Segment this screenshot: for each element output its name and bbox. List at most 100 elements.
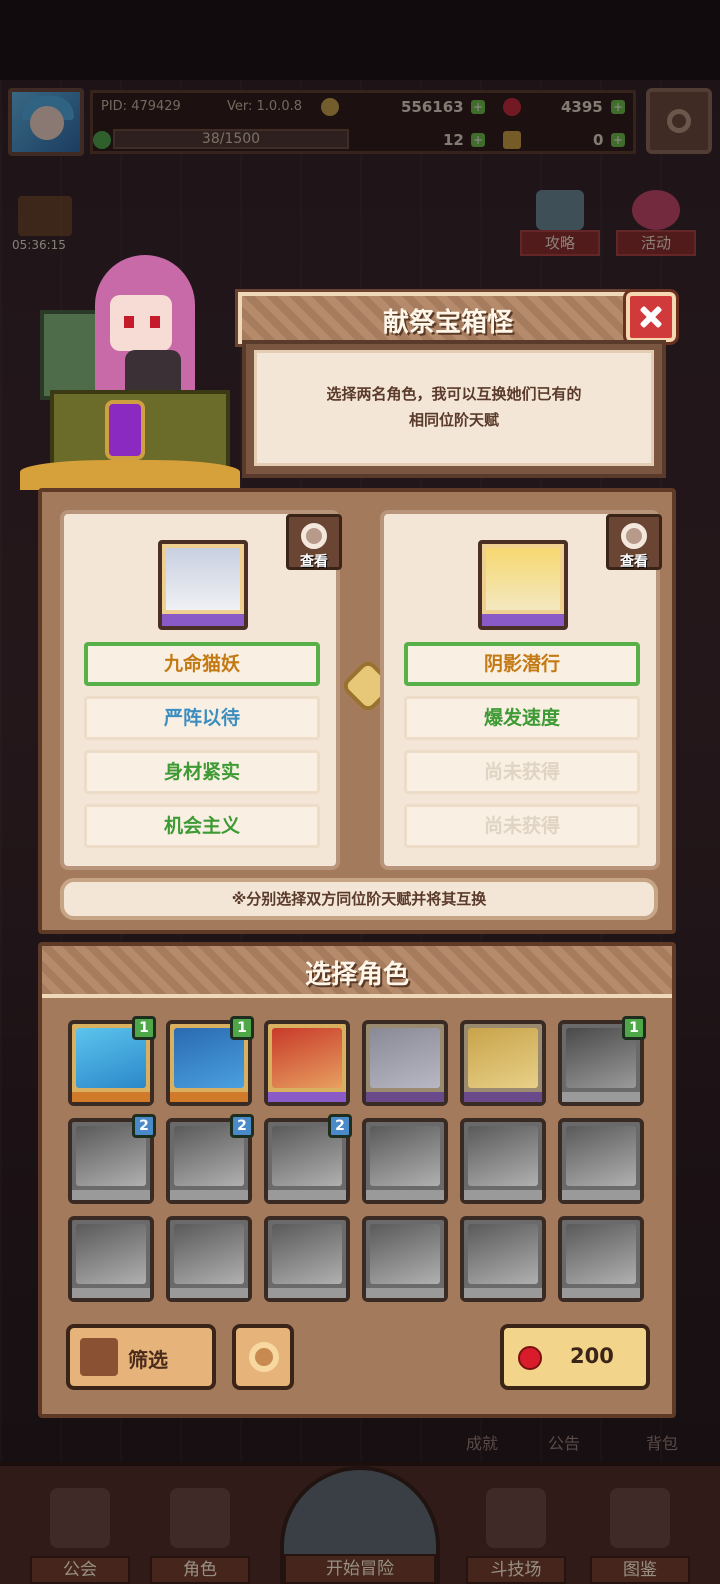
- rarity-bar: [562, 1092, 640, 1102]
- rarity-bar: [268, 1092, 346, 1102]
- mimic-eye-left: [124, 316, 134, 328]
- swap-cost: 200: [570, 1344, 614, 1368]
- dialog-description: 选择两名角色，我可以互换她们已有的 相同位阶天赋: [297, 381, 611, 433]
- bag-label[interactable]: 背包: [646, 1430, 678, 1454]
- rarity-bar: [482, 614, 564, 626]
- filter-label: 筛选: [128, 1348, 168, 1372]
- rarity-bar: [366, 1288, 444, 1298]
- character-portrait: [370, 1126, 440, 1186]
- shortcut-labels: 成就 公告 背包: [466, 1430, 706, 1454]
- view-label: 查看: [300, 554, 328, 570]
- character-portrait: [370, 1028, 440, 1088]
- left-portrait-image: [166, 548, 240, 610]
- rarity-bar: [170, 1092, 248, 1102]
- character-slot-5[interactable]: [460, 1020, 546, 1106]
- character-portrait: [468, 1126, 538, 1186]
- character-slot-17[interactable]: [460, 1216, 546, 1302]
- rarity-bar: [170, 1288, 248, 1298]
- notice-label[interactable]: 公告: [548, 1430, 580, 1454]
- right-trait-2[interactable]: 爆发速度: [404, 696, 640, 740]
- character-slot-6[interactable]: 1: [558, 1016, 646, 1106]
- view-label: 查看: [620, 554, 648, 570]
- left-trait-2[interactable]: 严阵以待: [84, 696, 320, 740]
- character-portrait: [272, 1224, 342, 1284]
- rarity-bar: [464, 1190, 542, 1200]
- left-trait-3[interactable]: 身材紧实: [84, 750, 320, 794]
- refresh-icon: [249, 1342, 279, 1372]
- close-button[interactable]: [623, 289, 679, 345]
- description-line-1: 选择两名角色，我可以互换她们已有的: [326, 385, 582, 403]
- nav-dim-overlay: [0, 1462, 720, 1584]
- count-badge: 1: [622, 1016, 646, 1040]
- rarity-bar: [162, 614, 244, 626]
- character-portrait: [468, 1224, 538, 1284]
- character-slot-10[interactable]: [362, 1118, 448, 1204]
- swap-hint: ※分别选择双方同位阶天赋并将其互换: [60, 878, 658, 920]
- character-slot-2[interactable]: 1: [166, 1016, 254, 1106]
- mimic-eye-right: [150, 316, 160, 328]
- rarity-bar: [72, 1190, 150, 1200]
- right-trait-1[interactable]: 阴影潜行: [404, 642, 640, 686]
- rarity-bar: [464, 1092, 542, 1102]
- character-slot-16[interactable]: [362, 1216, 448, 1302]
- gem-icon: [518, 1346, 542, 1370]
- character-portrait: [468, 1028, 538, 1088]
- grid-icon: [80, 1338, 118, 1376]
- trait-swap-panel: 查看 九命猫妖 严阵以待 身材紧实 机会主义 查看 阴影潜行 爆发速度 尚未获得…: [38, 488, 676, 934]
- left-trait-1[interactable]: 九命猫妖: [84, 642, 320, 686]
- status-bar-area: [0, 0, 720, 80]
- achievements-label[interactable]: 成就: [466, 1430, 498, 1454]
- character-portrait: [370, 1224, 440, 1284]
- count-badge: 2: [230, 1114, 254, 1138]
- rarity-bar: [366, 1092, 444, 1102]
- character-slot-4[interactable]: [362, 1020, 448, 1106]
- select-title: 选择角色: [304, 960, 409, 990]
- character-portrait: [174, 1224, 244, 1284]
- rarity-bar: [170, 1190, 248, 1200]
- rarity-bar: [72, 1092, 150, 1102]
- gold-pile: [20, 460, 240, 490]
- character-slot-15[interactable]: [264, 1216, 350, 1302]
- character-slot-7[interactable]: 2: [68, 1114, 156, 1204]
- character-slot-12[interactable]: [558, 1118, 644, 1204]
- count-badge: 2: [132, 1114, 156, 1138]
- character-slot-9[interactable]: 2: [264, 1114, 352, 1204]
- character-portrait: [566, 1126, 636, 1186]
- character-slot-13[interactable]: [68, 1216, 154, 1302]
- left-character-card: 查看 九命猫妖 严阵以待 身材紧实 机会主义: [60, 510, 342, 870]
- chest-gem: [105, 400, 145, 460]
- character-slot-11[interactable]: [460, 1118, 546, 1204]
- mimic-face: [110, 295, 172, 351]
- right-character-card: 查看 阴影潜行 爆发速度 尚未获得 尚未获得: [380, 510, 662, 870]
- filter-button[interactable]: 筛选: [66, 1324, 216, 1390]
- right-view-button[interactable]: 查看: [606, 514, 662, 570]
- confirm-swap-button[interactable]: 200: [500, 1324, 650, 1390]
- left-trait-4[interactable]: 机会主义: [84, 804, 320, 848]
- select-header: 选择角色: [42, 946, 672, 998]
- character-slot-3[interactable]: [264, 1020, 350, 1106]
- count-badge: 2: [328, 1114, 352, 1138]
- right-character-portrait[interactable]: [478, 540, 568, 630]
- magnifier-icon: [301, 523, 327, 549]
- rarity-bar: [268, 1288, 346, 1298]
- character-slot-1[interactable]: 1: [68, 1016, 156, 1106]
- character-portrait: [566, 1224, 636, 1284]
- description-line-2: 相同位阶天赋: [408, 411, 499, 429]
- character-slot-8[interactable]: 2: [166, 1114, 254, 1204]
- character-slot-18[interactable]: [558, 1216, 644, 1302]
- mimic-character-sprite: [10, 250, 240, 490]
- refresh-button[interactable]: [232, 1324, 294, 1390]
- right-portrait-image: [486, 548, 560, 610]
- magnifier-icon: [621, 523, 647, 549]
- count-badge: 1: [132, 1016, 156, 1040]
- rarity-bar: [366, 1190, 444, 1200]
- dialog-title: 献祭宝箱怪: [382, 308, 513, 338]
- rarity-bar: [268, 1190, 346, 1200]
- left-view-button[interactable]: 查看: [286, 514, 342, 570]
- right-trait-4: 尚未获得: [404, 804, 640, 848]
- character-slot-14[interactable]: [166, 1216, 252, 1302]
- rarity-bar: [72, 1288, 150, 1298]
- count-badge: 1: [230, 1016, 254, 1040]
- left-character-portrait[interactable]: [158, 540, 248, 630]
- right-trait-3: 尚未获得: [404, 750, 640, 794]
